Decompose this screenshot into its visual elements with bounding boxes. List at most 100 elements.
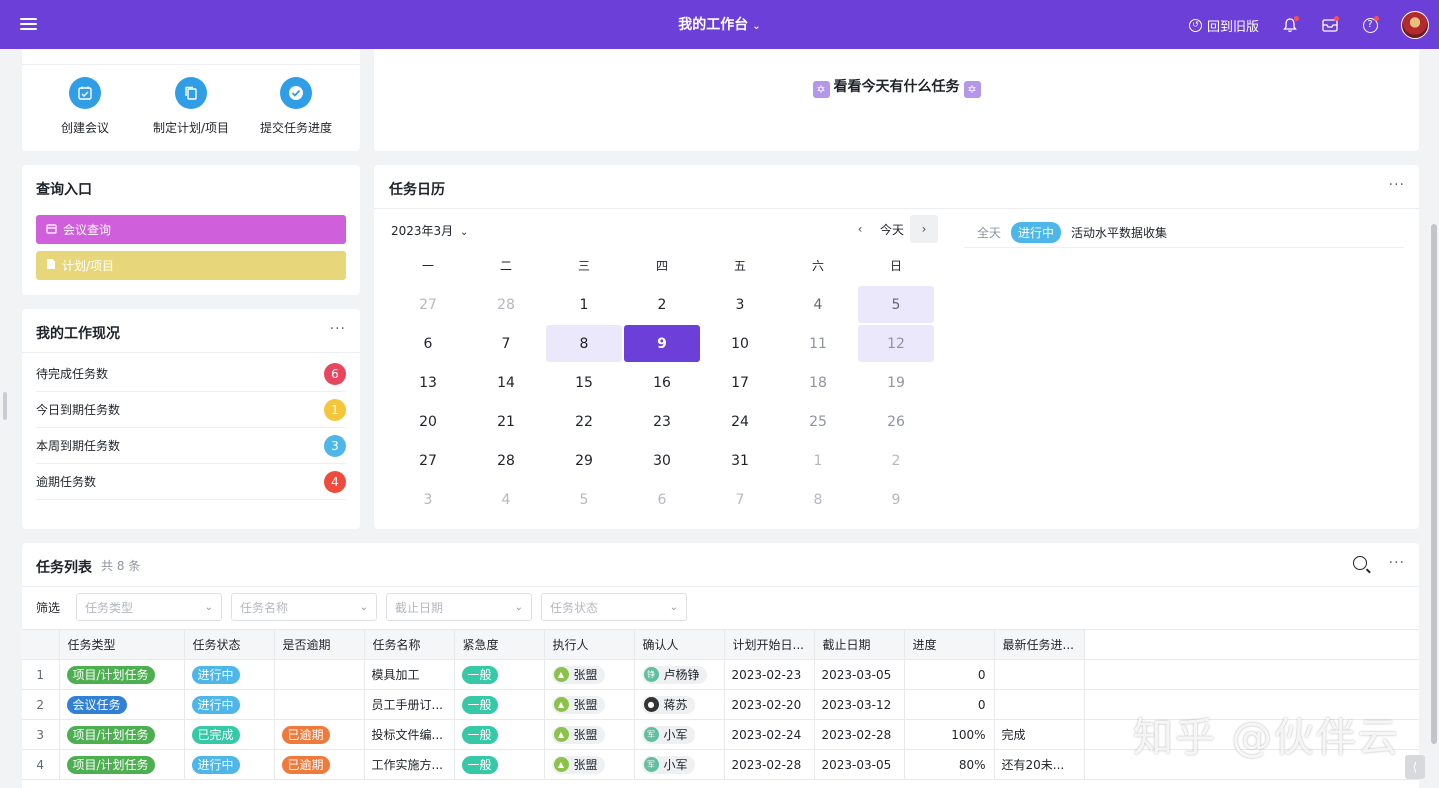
- more-icon[interactable]: ···: [330, 321, 346, 337]
- calendar-day[interactable]: 25: [779, 402, 857, 441]
- calendar-day[interactable]: 28: [467, 441, 545, 480]
- calendar-day[interactable]: 13: [389, 363, 467, 402]
- calendar-day[interactable]: 16: [623, 363, 701, 402]
- calendar-day[interactable]: 7: [701, 480, 779, 519]
- column-header[interactable]: 任务状态: [184, 629, 275, 660]
- calendar-day[interactable]: 2: [857, 441, 935, 480]
- user-avatar[interactable]: [1401, 11, 1429, 39]
- column-header[interactable]: 执行人: [544, 629, 635, 660]
- status-row-due-week[interactable]: 本周到期任务数 3: [36, 428, 346, 464]
- calendar-day[interactable]: 30: [623, 441, 701, 480]
- submit-progress-button[interactable]: 提交任务进度: [246, 77, 346, 136]
- column-header[interactable]: 最新任务进...: [994, 629, 1085, 660]
- collapse-icon[interactable]: ⟨: [1405, 755, 1425, 779]
- calendar-day[interactable]: 24: [701, 402, 779, 441]
- today-button[interactable]: 今天: [874, 221, 910, 238]
- sidebar-drag-handle[interactable]: [3, 392, 7, 420]
- bell-icon[interactable]: [1281, 16, 1299, 34]
- calendar-day[interactable]: 5: [857, 285, 935, 324]
- column-header[interactable]: 任务类型: [59, 629, 185, 660]
- confirmer-chip[interactable]: 铮卢杨铮: [641, 665, 707, 684]
- star-icon: ✡: [963, 81, 981, 98]
- status-row-due-today[interactable]: 今日到期任务数 1: [36, 392, 346, 428]
- calendar-day[interactable]: 1: [545, 285, 623, 324]
- calendar-day[interactable]: 27: [389, 441, 467, 480]
- calendar-day[interactable]: 11: [779, 324, 857, 363]
- filter-task-type[interactable]: 任务类型 ⌄: [76, 593, 222, 621]
- calendar-day[interactable]: 6: [389, 324, 467, 363]
- column-header[interactable]: 计划开始日...: [724, 629, 815, 660]
- calendar-day[interactable]: 4: [779, 285, 857, 324]
- column-header[interactable]: 紧急度: [454, 629, 545, 660]
- calendar-day[interactable]: 23: [623, 402, 701, 441]
- confirmer-chip[interactable]: ● 蒋苏: [641, 695, 695, 714]
- task-name-cell[interactable]: 员工手册订...: [364, 689, 455, 720]
- calendar-day[interactable]: 9: [857, 480, 935, 519]
- meeting-query-button[interactable]: 会议查询: [36, 215, 346, 244]
- calendar-day[interactable]: 29: [545, 441, 623, 480]
- calendar-day[interactable]: 15: [545, 363, 623, 402]
- page-scrollbar[interactable]: [1429, 49, 1439, 788]
- calendar-day[interactable]: 26: [857, 402, 935, 441]
- calendar-day-selected[interactable]: 9: [623, 324, 701, 363]
- calendar-day[interactable]: 6: [623, 480, 701, 519]
- calendar-day[interactable]: 8: [545, 324, 623, 363]
- urgency-tag: 一般: [461, 695, 498, 714]
- task-name-cell[interactable]: 模具加工: [364, 659, 455, 690]
- prev-month-button[interactable]: ‹: [846, 215, 874, 243]
- scrollbar-thumb[interactable]: [1431, 224, 1437, 744]
- filter-task-name[interactable]: 任务名称 ⌄: [231, 593, 377, 621]
- column-header[interactable]: 进度: [904, 629, 995, 660]
- executor-chip[interactable]: ▲ 张盟: [551, 695, 605, 714]
- next-month-button[interactable]: ›: [910, 215, 939, 243]
- column-header[interactable]: 截止日期: [814, 629, 905, 660]
- month-picker[interactable]: 2023年3月 ⌄: [391, 222, 468, 239]
- calendar-day[interactable]: 7: [467, 324, 545, 363]
- executor-chip[interactable]: ▲ 张盟: [551, 665, 605, 684]
- confirmer-chip[interactable]: 军小军: [641, 725, 695, 744]
- calendar-day[interactable]: 27: [389, 285, 467, 324]
- calendar-event-row[interactable]: 全天 进行中 活动水平数据收集: [964, 218, 1404, 248]
- column-header[interactable]: 是否逾期: [274, 629, 365, 660]
- filter-task-status[interactable]: 任务状态 ⌄: [541, 593, 687, 621]
- calendar-day[interactable]: 20: [389, 402, 467, 441]
- back-to-old-version-button[interactable]: ↺ 回到旧版: [1188, 16, 1259, 35]
- calendar-day[interactable]: 8: [779, 480, 857, 519]
- calendar-day[interactable]: 4: [467, 480, 545, 519]
- status-row-pending[interactable]: 待完成任务数 6: [36, 356, 346, 392]
- calendar-day[interactable]: 5: [545, 480, 623, 519]
- calendar-day[interactable]: 3: [389, 480, 467, 519]
- calendar-day[interactable]: 14: [467, 363, 545, 402]
- calendar-day[interactable]: 18: [779, 363, 857, 402]
- more-icon[interactable]: ···: [1389, 555, 1405, 571]
- task-name-cell[interactable]: 工作实施方...: [364, 749, 455, 780]
- executor-chip[interactable]: ▲ 张盟: [551, 755, 605, 774]
- task-name-cell[interactable]: 投标文件编...: [364, 719, 455, 750]
- help-icon[interactable]: ?: [1361, 16, 1379, 34]
- create-meeting-button[interactable]: 创建会议: [35, 77, 135, 136]
- calendar-day[interactable]: 12: [857, 324, 935, 363]
- status-row-overdue[interactable]: 逾期任务数 4: [36, 464, 346, 500]
- calendar-day[interactable]: 3: [701, 285, 779, 324]
- table-row[interactable]: 1 项目/计划任务 进行中 模具加工 一般 ▲ 张盟 铮卢杨铮 2023-02-2…: [22, 659, 1419, 690]
- calendar-day[interactable]: 10: [701, 324, 779, 363]
- search-icon[interactable]: [1353, 556, 1367, 570]
- calendar-day[interactable]: 22: [545, 402, 623, 441]
- confirmer-chip[interactable]: 军小军: [641, 755, 695, 774]
- filter-due-date[interactable]: 截止日期 ⌄: [386, 593, 532, 621]
- calendar-day[interactable]: 28: [467, 285, 545, 324]
- column-header[interactable]: 确认人: [634, 629, 725, 660]
- plan-project-button[interactable]: 计划/项目: [36, 251, 346, 280]
- calendar-day[interactable]: 17: [701, 363, 779, 402]
- column-header[interactable]: 任务名称: [364, 629, 455, 660]
- more-icon[interactable]: ···: [1389, 177, 1405, 193]
- calendar-day[interactable]: 31: [701, 441, 779, 480]
- calendar-day[interactable]: 2: [623, 285, 701, 324]
- calendar-day[interactable]: 1: [779, 441, 857, 480]
- calendar-nav: ‹ 今天 ›: [846, 215, 939, 243]
- calendar-day[interactable]: 19: [857, 363, 935, 402]
- calendar-day[interactable]: 21: [467, 402, 545, 441]
- executor-chip[interactable]: ▲ 张盟: [551, 725, 605, 744]
- make-plan-button[interactable]: 制定计划/项目: [141, 77, 241, 136]
- inbox-icon[interactable]: [1321, 16, 1339, 34]
